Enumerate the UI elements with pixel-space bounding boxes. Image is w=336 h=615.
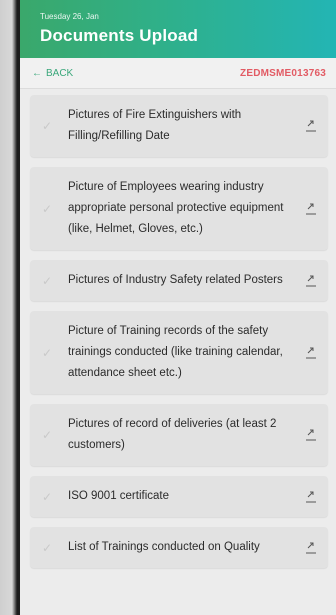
header-date: Tuesday 26, Jan — [40, 12, 99, 21]
check-icon: ✓ — [42, 489, 53, 504]
application-id: ZEDMSME013763 — [240, 67, 326, 79]
documents-list: ✓ Pictures of Fire Extinguishers with Fi… — [20, 89, 336, 568]
document-item[interactable]: ✓ Pictures of record of deliveries (at l… — [30, 404, 328, 466]
back-button[interactable]: ← BACK — [32, 68, 73, 79]
check-icon: ✓ — [42, 201, 53, 216]
document-item[interactable]: ✓ Picture of Training records of the saf… — [30, 311, 328, 394]
document-label: Picture of Employees wearing industry ap… — [68, 181, 284, 235]
check-icon: ✓ — [42, 273, 53, 288]
upload-icon[interactable] — [304, 202, 318, 216]
document-item[interactable]: ✓ ISO 9001 certificate — [30, 476, 328, 517]
app-screen: Tuesday 26, Jan Documents Upload ← BACK … — [20, 0, 336, 615]
upload-icon[interactable] — [304, 274, 318, 288]
device-edge — [0, 0, 20, 615]
page-title: Documents Upload — [40, 26, 199, 45]
document-item[interactable]: ✓ Pictures of Fire Extinguishers with Fi… — [30, 95, 328, 157]
document-label: ISO 9001 certificate — [68, 490, 169, 502]
check-icon: ✓ — [42, 428, 53, 442]
sub-header-bar: ← BACK ZEDMSME013763 — [20, 58, 336, 89]
document-label: Pictures of Industry Safety related Post… — [68, 274, 283, 286]
document-item[interactable]: ✓ Picture of Employees wearing industry … — [30, 167, 328, 250]
back-label: BACK — [46, 67, 74, 79]
document-item[interactable]: ✓ Pictures of Industry Safety related Po… — [30, 260, 328, 301]
upload-icon[interactable] — [304, 346, 318, 360]
arrow-left-icon: ← — [32, 67, 42, 79]
document-label: Pictures of record of deliveries (at lea… — [68, 418, 277, 451]
upload-icon[interactable] — [304, 428, 318, 442]
document-item[interactable]: ✓ List of Trainings conducted on Quality — [30, 527, 328, 568]
check-icon: ✓ — [42, 345, 53, 360]
app-header: Tuesday 26, Jan Documents Upload — [20, 0, 336, 58]
upload-icon[interactable] — [304, 119, 318, 133]
document-label: List of Trainings conducted on Quality — [68, 541, 260, 553]
document-label: Pictures of Fire Extinguishers with Fill… — [68, 109, 242, 142]
document-label: Picture of Training records of the safet… — [68, 325, 283, 379]
check-icon: ✓ — [42, 540, 53, 555]
upload-icon[interactable] — [304, 541, 318, 555]
upload-icon[interactable] — [304, 490, 318, 504]
check-icon: ✓ — [42, 119, 53, 133]
